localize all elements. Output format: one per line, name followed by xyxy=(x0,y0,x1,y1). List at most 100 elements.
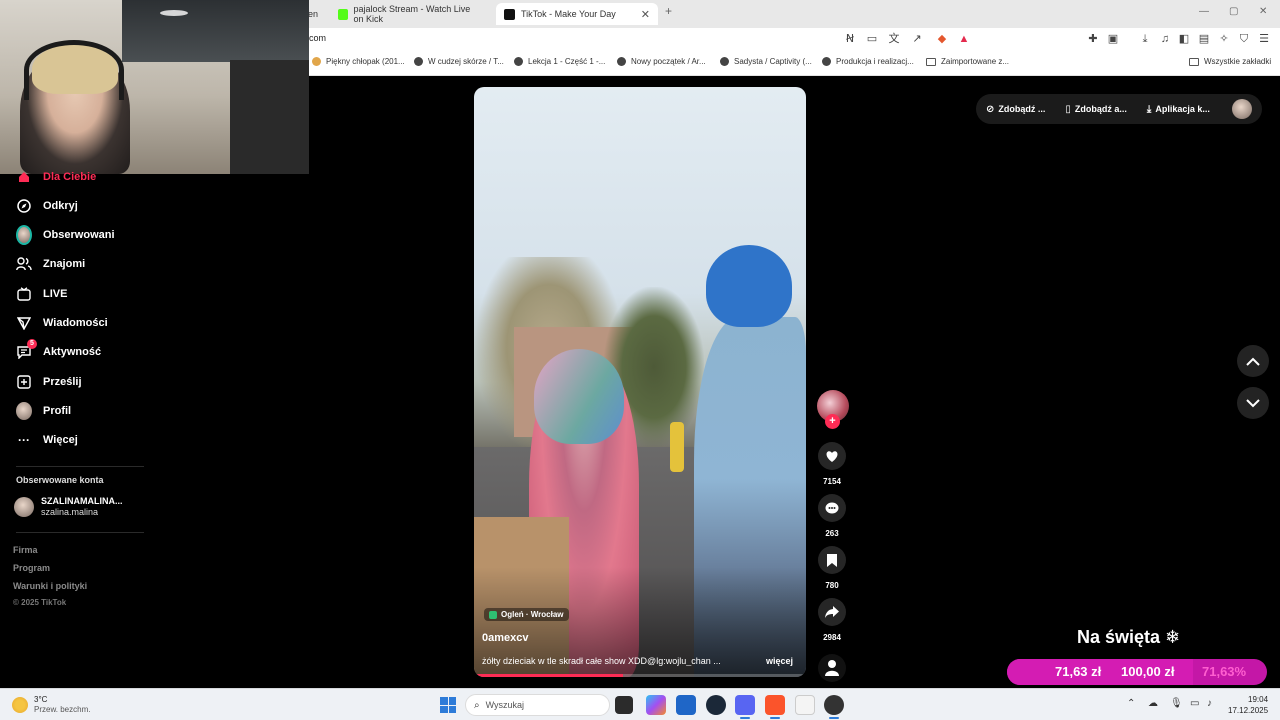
bookmark-item[interactable]: W cudzej skórze / T... xyxy=(414,57,504,66)
share-icon[interactable]: ↗ xyxy=(910,32,924,46)
sidebar-item-friends[interactable]: Znajomi xyxy=(16,254,85,274)
get-app-button[interactable]: ▯ Zdobądź a... xyxy=(1065,104,1127,115)
media-icon[interactable]: ♫ xyxy=(1158,32,1172,46)
sidebar-item-live[interactable]: LIVE xyxy=(16,284,67,304)
extensions-icon[interactable]: ✚ xyxy=(1086,32,1100,46)
menu-icon[interactable]: ☰ xyxy=(1257,32,1271,46)
tab-label: en xyxy=(308,9,319,19)
tab-search-icon[interactable]: ▣ xyxy=(1106,32,1120,46)
user-icon[interactable] xyxy=(818,654,846,682)
bookmark-label: Zaimportowane z... xyxy=(941,57,1010,66)
video-progress-bar[interactable] xyxy=(474,674,806,677)
bookmark-item[interactable]: Piękny chłopak (201... xyxy=(312,57,405,66)
people-icon xyxy=(16,256,32,272)
footer-link-terms[interactable]: Warunki i polityki xyxy=(13,581,87,591)
brave-rewards-icon[interactable]: ▲ xyxy=(957,32,971,46)
bookmark-item[interactable]: Nowy początek / Ar... xyxy=(617,57,706,66)
windows-taskbar: 3°C Przew. bezchm. ⌕ Wyszukaj ⌃ ☁ 🎙 ▭ ♪ … xyxy=(0,688,1280,720)
microphone-icon[interactable]: 🎙 xyxy=(1170,698,1183,709)
previous-video-button[interactable] xyxy=(1237,345,1269,377)
share-arrow-icon[interactable] xyxy=(818,598,846,626)
save-action[interactable]: 780 xyxy=(818,546,846,590)
next-video-button[interactable] xyxy=(1237,387,1269,419)
video-author[interactable]: 0amexcv xyxy=(482,632,529,644)
brave-icon[interactable] xyxy=(765,695,785,719)
top-action-bar: ⊘ Zdobądź ... ▯ Zdobądź a... ⤓ Aplikacja k.… xyxy=(976,94,1262,124)
sidebar-item-following[interactable]: Obserwowani xyxy=(16,225,115,245)
steam-icon[interactable] xyxy=(706,695,726,715)
followed-account[interactable]: SZALINAMALINA... szalina.malina xyxy=(14,496,123,518)
maximize-icon[interactable]: ▢ xyxy=(1229,6,1238,17)
tab-tiktok[interactable]: TikTok - Make Your Day ✕ xyxy=(496,3,658,25)
webcam-overlay xyxy=(0,0,309,174)
location-badge[interactable]: Ogleń · Wrocław xyxy=(484,608,569,621)
task-view-icon[interactable] xyxy=(615,696,633,714)
display-icon[interactable]: ▭ xyxy=(1190,698,1199,709)
sidebar-item-upload[interactable]: Prześlij xyxy=(16,372,82,392)
bookmark-item[interactable]: Produkcja i realizacj... xyxy=(822,57,914,66)
minimize-icon[interactable]: — xyxy=(1199,6,1209,17)
top-button-label: Aplikacja k... xyxy=(1155,104,1210,114)
bookmark-label: Piękny chłopak (201... xyxy=(326,57,405,66)
close-icon[interactable]: ✕ xyxy=(641,8,650,21)
video-player[interactable]: Ogleń · Wrocław 0amexcv żółty dzieciak w… xyxy=(474,87,806,677)
sidebar-toggle-icon[interactable]: ◧ xyxy=(1177,32,1191,46)
video-caption: żółty dzieciak w tle skradł całe show XD… xyxy=(482,656,721,666)
brave-shield-icon[interactable]: ◆ xyxy=(935,32,949,46)
sidebar-item-explore[interactable]: Odkryj xyxy=(16,196,78,216)
home-icon xyxy=(16,169,32,185)
wallet-icon[interactable]: ▤ xyxy=(1197,32,1211,46)
cast-icon[interactable]: ▭ xyxy=(865,32,879,46)
video-scene-hair xyxy=(706,245,792,327)
sidebar-item-more[interactable]: ··· Więcej xyxy=(16,430,78,450)
heart-icon[interactable] xyxy=(818,442,846,470)
sidebar-item-for-you[interactable]: Dla Ciebie xyxy=(16,167,96,187)
sidebar-divider xyxy=(16,466,144,467)
caption-more-button[interactable]: więcej xyxy=(766,656,793,666)
all-bookmarks[interactable]: Wszystkie zakładki xyxy=(1189,57,1271,66)
avatar[interactable] xyxy=(1232,99,1252,119)
system-clock[interactable]: 19:04 17.12.2025 xyxy=(1228,694,1268,716)
taskbar-search[interactable]: ⌕ Wyszukaj xyxy=(465,694,610,716)
donation-progress-bar: 71,63 zł 100,00 zł 71,63% xyxy=(1007,659,1267,685)
comment-action[interactable]: 263 xyxy=(818,494,846,538)
bookmark-item[interactable]: Sadysta / Captivity (... xyxy=(720,57,812,66)
new-tab-icon[interactable]: + xyxy=(665,4,672,18)
volume-icon[interactable]: ♪ xyxy=(1207,698,1212,709)
sidebar-item-messages[interactable]: Wiadomości xyxy=(16,313,108,333)
leo-ai-icon[interactable]: ✧ xyxy=(1217,32,1231,46)
weather-icon xyxy=(12,697,28,713)
get-coins-button[interactable]: ⊘ Zdobądź ... xyxy=(986,104,1045,115)
tab-kick[interactable]: pajalock Stream - Watch Live on Kick xyxy=(330,3,490,25)
sidebar-item-label: LIVE xyxy=(43,288,68,300)
url-text[interactable]: com xyxy=(309,33,326,43)
weather-widget[interactable]: 3°C Przew. bezchm. xyxy=(12,695,90,715)
follow-button[interactable]: + xyxy=(825,414,840,429)
creator-profile-action[interactable] xyxy=(818,654,846,682)
desktop-app-button[interactable]: ⤓ Aplikacja k... xyxy=(1147,104,1210,115)
notepad-icon[interactable] xyxy=(795,695,815,715)
discord-icon[interactable] xyxy=(735,695,755,719)
comment-icon[interactable] xyxy=(818,494,846,522)
tray-expand-icon[interactable]: ⌃ xyxy=(1127,698,1135,709)
copilot-icon[interactable] xyxy=(646,695,666,715)
download-icon[interactable]: ⤓ xyxy=(1138,32,1152,46)
reader-icon[interactable]: Ꞥ xyxy=(843,32,857,46)
bookmark-item[interactable]: Lekcja 1 - Część 1 -... xyxy=(514,57,605,66)
obs-icon[interactable] xyxy=(824,695,844,719)
bookmark-icon[interactable] xyxy=(818,546,846,574)
footer-link-company[interactable]: Firma xyxy=(13,545,38,555)
window-close-icon[interactable]: ✕ xyxy=(1259,6,1267,17)
store-icon[interactable] xyxy=(676,695,696,715)
sidebar-item-activity[interactable]: 5 Aktywność xyxy=(16,339,101,362)
windows-start-icon[interactable] xyxy=(440,697,456,713)
share-action[interactable]: 2984 xyxy=(818,598,846,642)
bookmark-folder[interactable]: Zaimportowane z... xyxy=(926,57,1009,66)
translate-icon[interactable]: 文 xyxy=(887,32,901,46)
footer-link-program[interactable]: Program xyxy=(13,563,50,573)
onedrive-icon[interactable]: ☁ xyxy=(1148,698,1158,709)
sidebar-item-profile[interactable]: Profil xyxy=(16,401,71,421)
like-action[interactable]: 7154 xyxy=(818,442,846,486)
sidebar-item-label: Znajomi xyxy=(43,258,86,270)
vpn-icon[interactable]: ⛉ xyxy=(1237,32,1251,46)
